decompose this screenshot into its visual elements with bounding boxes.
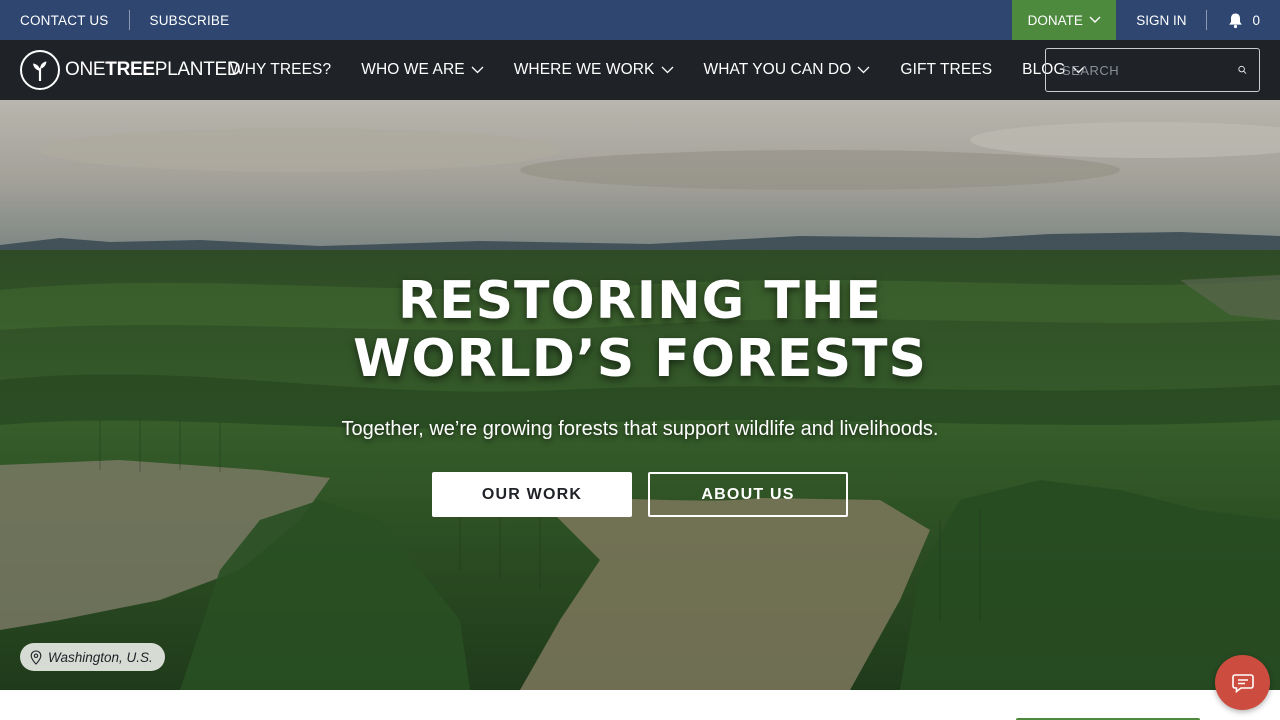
hero-overlay bbox=[0, 100, 1280, 690]
utility-bar: CONTACT US SUBSCRIBE DONATE SIGN IN 0 bbox=[0, 0, 1280, 40]
utility-actions: DONATE SIGN IN 0 bbox=[1012, 0, 1280, 40]
nav-item-why-trees[interactable]: WHY TREES? bbox=[230, 61, 331, 79]
nav-menu: WHY TREES? WHO WE ARE WHERE WE WORK WHAT… bbox=[230, 40, 1115, 100]
location-label: Washington, U.S. bbox=[48, 649, 153, 665]
main-navigation: ONETREEPLANTED WHY TREES? WHO WE ARE WHE… bbox=[0, 40, 1280, 100]
nav-item-label: WHAT YOU CAN DO bbox=[703, 61, 852, 78]
search-box bbox=[1045, 48, 1260, 92]
location-badge[interactable]: Washington, U.S. bbox=[20, 643, 165, 671]
search-input[interactable] bbox=[1062, 62, 1238, 78]
hero-title-line-2: WORLD’S FORESTS bbox=[353, 329, 927, 389]
sign-in-link[interactable]: SIGN IN bbox=[1116, 13, 1206, 28]
content-section-top bbox=[0, 690, 1280, 720]
bell-icon bbox=[1229, 13, 1243, 28]
notifications-button[interactable]: 0 bbox=[1207, 12, 1280, 29]
about-us-button[interactable]: ABOUT US bbox=[648, 472, 848, 517]
donate-label: DONATE bbox=[1027, 12, 1083, 28]
map-pin-icon bbox=[30, 649, 42, 665]
chevron-down-icon bbox=[471, 66, 484, 74]
chevron-down-icon bbox=[1089, 16, 1101, 23]
chat-button[interactable] bbox=[1215, 655, 1270, 710]
hero-buttons: OUR WORK ABOUT US bbox=[432, 472, 848, 517]
utility-divider bbox=[128, 10, 130, 30]
chevron-down-icon bbox=[661, 66, 673, 74]
nav-item-where-we-work[interactable]: WHERE WE WORK bbox=[514, 61, 674, 79]
nav-item-gift-trees[interactable]: GIFT TREES bbox=[900, 61, 992, 79]
notification-count: 0 bbox=[1252, 12, 1260, 28]
nav-item-who-we-are[interactable]: WHO WE ARE bbox=[361, 61, 484, 79]
nav-item-label: WHERE WE WORK bbox=[513, 61, 655, 78]
hero-title: RESTORING THE WORLD’S FORESTS bbox=[0, 272, 1280, 388]
nav-item-label: GIFT TREES bbox=[900, 61, 993, 78]
donate-button[interactable]: DONATE bbox=[1012, 0, 1117, 40]
hero-title-line-1: RESTORING THE bbox=[398, 271, 882, 331]
our-work-button[interactable]: OUR WORK bbox=[432, 472, 632, 517]
utility-links: CONTACT US SUBSCRIBE bbox=[0, 0, 229, 40]
nav-item-label: WHO WE ARE bbox=[361, 61, 465, 78]
chat-icon bbox=[1231, 673, 1254, 693]
hero-section: RESTORING THE WORLD’S FORESTS Together, … bbox=[0, 100, 1280, 690]
logo-wordmark: ONETREEPLANTED bbox=[65, 59, 241, 80]
tree-logo-icon bbox=[20, 50, 60, 90]
search-icon[interactable] bbox=[1238, 60, 1247, 80]
nav-item-what-you-can-do[interactable]: WHAT YOU CAN DO bbox=[704, 61, 871, 79]
subscribe-link[interactable]: SUBSCRIBE bbox=[150, 13, 230, 28]
hero-subtitle: Together, we’re growing forests that sup… bbox=[341, 418, 939, 440]
site-logo[interactable]: ONETREEPLANTED bbox=[20, 50, 241, 90]
chevron-down-icon bbox=[857, 66, 870, 74]
contact-us-link[interactable]: CONTACT US bbox=[20, 13, 109, 28]
nav-item-label: WHY TREES? bbox=[230, 61, 332, 78]
